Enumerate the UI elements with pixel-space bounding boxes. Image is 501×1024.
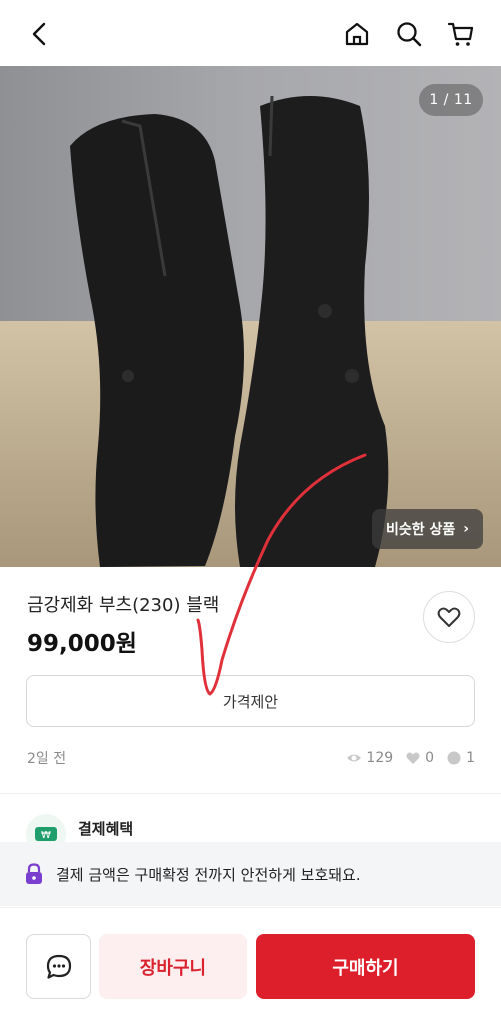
product-stats: 129 0 1 xyxy=(340,750,475,766)
chevron-right-icon: › xyxy=(463,521,469,537)
home-button[interactable] xyxy=(337,14,377,54)
bottom-action-bar: 장바구니 구매하기 xyxy=(0,907,501,1024)
heart-icon xyxy=(437,607,461,627)
product-image[interactable] xyxy=(0,66,501,567)
chats-count: 1 xyxy=(466,750,475,766)
back-button[interactable] xyxy=(20,14,60,54)
add-to-cart-button[interactable]: 장바구니 xyxy=(99,934,247,999)
like-button[interactable] xyxy=(423,591,475,643)
chat-bubble-icon xyxy=(447,751,461,765)
chevron-left-icon xyxy=(32,22,46,46)
divider xyxy=(0,793,501,794)
safe-payment-notice: 결제 금액은 구매확정 전까지 안전하게 보호돼요. xyxy=(0,842,501,906)
svg-text:₩: ₩ xyxy=(41,830,51,841)
price-offer-button[interactable]: 가격제안 xyxy=(26,675,475,727)
lock-icon xyxy=(26,863,42,884)
likes-stat: 0 xyxy=(405,750,434,766)
payment-benefit-label: 결제혜택 xyxy=(78,820,134,838)
boots-photo xyxy=(0,66,501,567)
search-icon xyxy=(397,22,422,47)
product-meta: 2일 전 129 0 1 xyxy=(27,747,475,769)
search-button[interactable] xyxy=(389,14,429,54)
product-price: 99,000원 xyxy=(27,631,137,657)
posted-time: 2일 전 xyxy=(27,751,67,767)
similar-products-button[interactable]: 비슷한 상품 › xyxy=(371,509,483,549)
home-icon xyxy=(345,22,369,46)
heart-icon xyxy=(406,752,420,764)
likes-count: 0 xyxy=(425,750,435,766)
buy-now-button[interactable]: 구매하기 xyxy=(256,934,475,999)
product-title: 금강제화 부츠(230) 블랙 xyxy=(27,595,220,616)
cart-button[interactable] xyxy=(441,14,481,54)
chat-icon xyxy=(46,954,71,979)
image-counter: 1 / 11 xyxy=(419,84,483,116)
views-count: 129 xyxy=(366,750,394,766)
cart-icon xyxy=(447,22,474,46)
chats-stat: 1 xyxy=(446,750,475,766)
safe-payment-text: 결제 금액은 구매확정 전까지 안전하게 보호돼요. xyxy=(56,865,361,884)
similar-products-label: 비슷한 상품 xyxy=(385,522,456,538)
eye-icon xyxy=(347,754,362,762)
top-bar xyxy=(0,0,501,66)
won-icon: ₩ xyxy=(35,827,57,841)
chat-button[interactable] xyxy=(26,934,91,999)
views-stat: 129 xyxy=(346,750,393,766)
